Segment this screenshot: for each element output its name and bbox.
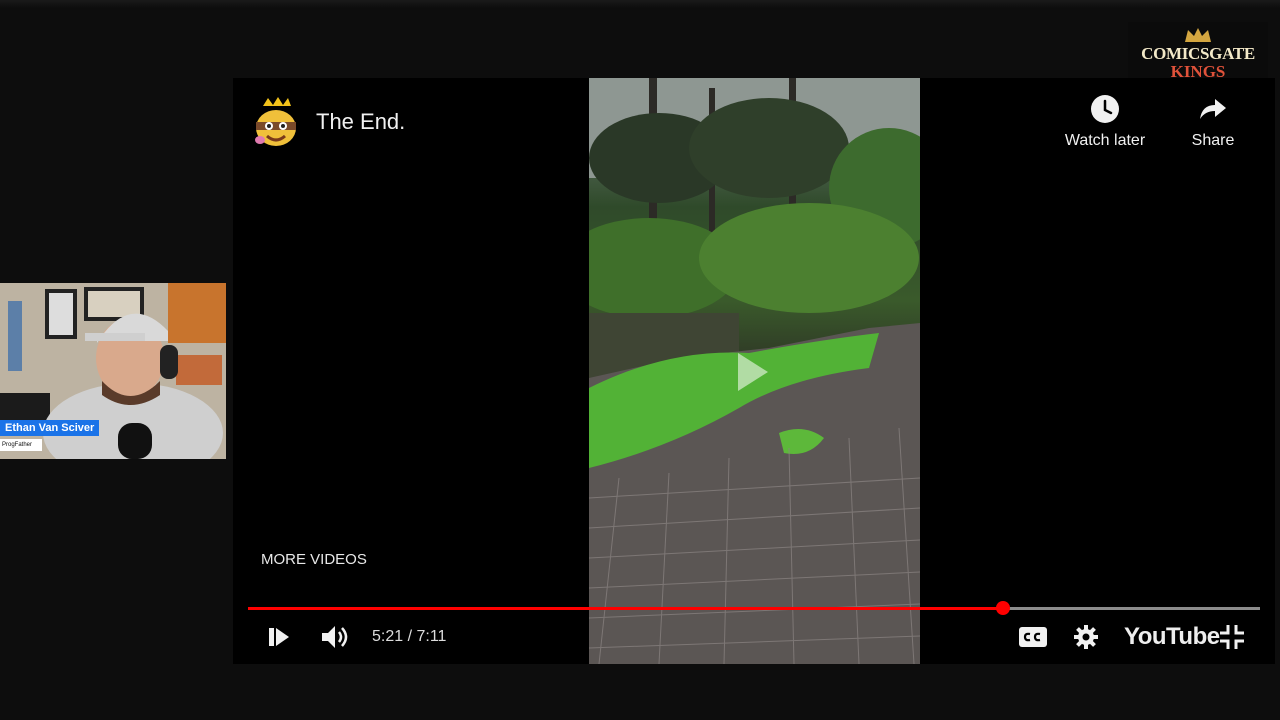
cc-icon bbox=[1019, 627, 1047, 647]
captions-button[interactable] bbox=[1018, 621, 1048, 653]
settings-button[interactable] bbox=[1073, 621, 1099, 653]
time-display: 5:21 / 7:11 bbox=[372, 628, 447, 645]
video-title[interactable]: The End. bbox=[316, 109, 405, 135]
brand-line1: COMICSGATE bbox=[1141, 44, 1255, 63]
channel-avatar-icon[interactable] bbox=[251, 96, 301, 150]
exit-fullscreen-button[interactable] bbox=[1218, 621, 1246, 653]
speaker-name-tag: Ethan Van Sciver bbox=[0, 420, 100, 436]
top-edge bbox=[0, 0, 1280, 8]
youtube-logo[interactable]: YouTube bbox=[1124, 623, 1220, 651]
volume-button[interactable] bbox=[320, 621, 352, 653]
crown-icon bbox=[1185, 28, 1211, 42]
speaker-subtitle: ProgFather bbox=[0, 439, 42, 451]
share-arrow-icon bbox=[1200, 99, 1226, 119]
video-player[interactable]: The End. Watch later Share MORE VIDEOS 5… bbox=[233, 78, 1275, 664]
webcam-feed: Ethan Van Sciver ProgFather bbox=[0, 283, 226, 459]
progress-scrubber[interactable] bbox=[995, 601, 1010, 615]
progress-played bbox=[248, 607, 1003, 610]
share-button[interactable]: Share bbox=[1163, 94, 1263, 150]
gear-icon bbox=[1074, 625, 1098, 649]
share-label: Share bbox=[1191, 132, 1235, 149]
play-next-icon bbox=[269, 628, 289, 646]
exit-fullscreen-icon bbox=[1220, 625, 1244, 649]
progress-bar[interactable] bbox=[248, 601, 1260, 615]
watch-later-label: Watch later bbox=[1064, 132, 1146, 149]
clock-icon bbox=[1091, 95, 1119, 123]
more-videos-button[interactable]: MORE VIDEOS bbox=[261, 551, 367, 568]
volume-icon bbox=[322, 626, 348, 648]
play-button[interactable] bbox=[267, 621, 291, 653]
play-overlay-icon[interactable] bbox=[738, 353, 768, 391]
watch-later-button[interactable]: Watch later bbox=[1055, 94, 1155, 150]
